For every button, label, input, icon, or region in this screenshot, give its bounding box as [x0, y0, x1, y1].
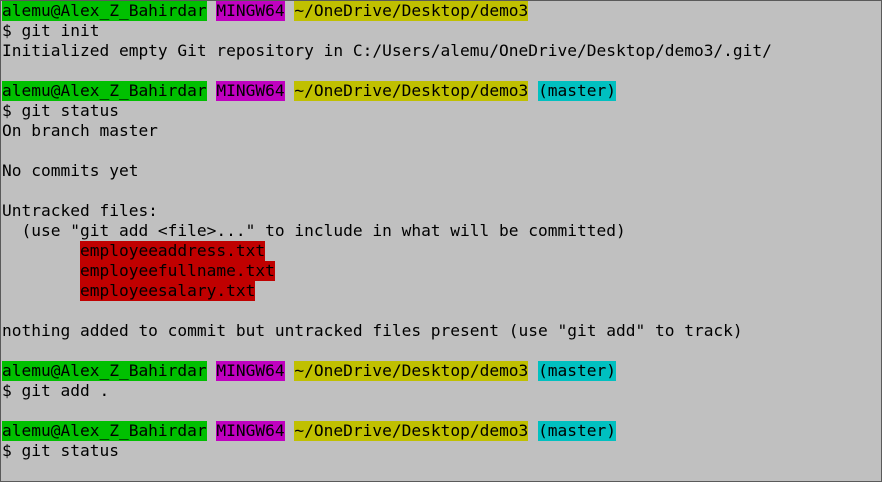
untracked-file: employeefullname.txt [79, 261, 275, 281]
output-line: Initialized empty Git repository in C:/U… [2, 41, 772, 60]
prompt-host: MINGW64 [216, 421, 285, 441]
command-line: $ git init [2, 21, 100, 40]
output-line: nothing added to commit but untracked fi… [2, 321, 743, 340]
output-line: Untracked files: [2, 201, 158, 220]
prompt-user: alemu@Alex_Z_Bahirdar [2, 361, 207, 381]
terminal-screen: alemu@Alex_Z_Bahirdar MINGW64 ~/OneDrive… [2, 1, 772, 461]
untracked-file: employeeaddress.txt [79, 241, 266, 261]
prompt-user: alemu@Alex_Z_Bahirdar [2, 81, 207, 101]
prompt-branch: (master) [538, 81, 617, 101]
prompt-host: MINGW64 [216, 81, 285, 101]
command-line: $ git status [2, 101, 119, 120]
command-line: $ git add . [2, 381, 110, 400]
prompt-branch: (master) [538, 361, 617, 381]
prompt-line: alemu@Alex_Z_Bahirdar MINGW64 ~/OneDrive… [2, 361, 772, 381]
prompt-path: ~/OneDrive/Desktop/demo3 [294, 421, 529, 441]
prompt-host: MINGW64 [216, 1, 285, 21]
output-line: On branch master [2, 121, 158, 140]
prompt-branch: (master) [538, 421, 617, 441]
output-line: (use "git add <file>..." to include in w… [2, 221, 626, 240]
prompt-user: alemu@Alex_Z_Bahirdar [2, 421, 207, 441]
untracked-file-line: employeesalary.txt [2, 281, 772, 301]
prompt-line: alemu@Alex_Z_Bahirdar MINGW64 ~/OneDrive… [2, 1, 772, 21]
prompt-line: alemu@Alex_Z_Bahirdar MINGW64 ~/OneDrive… [2, 421, 772, 441]
untracked-file-line: employeefullname.txt [2, 261, 772, 281]
untracked-file-line: employeeaddress.txt [2, 241, 772, 261]
prompt-path: ~/OneDrive/Desktop/demo3 [294, 81, 529, 101]
command-line[interactable]: $ git status [2, 441, 772, 461]
prompt-line: alemu@Alex_Z_Bahirdar MINGW64 ~/OneDrive… [2, 81, 772, 101]
untracked-file: employeesalary.txt [79, 281, 256, 301]
prompt-user: alemu@Alex_Z_Bahirdar [2, 1, 207, 21]
output-line: No commits yet [2, 161, 139, 180]
prompt-host: MINGW64 [216, 361, 285, 381]
prompt-path: ~/OneDrive/Desktop/demo3 [294, 1, 529, 21]
prompt-path: ~/OneDrive/Desktop/demo3 [294, 361, 529, 381]
terminal-window[interactable]: alemu@Alex_Z_Bahirdar MINGW64 ~/OneDrive… [0, 0, 882, 482]
